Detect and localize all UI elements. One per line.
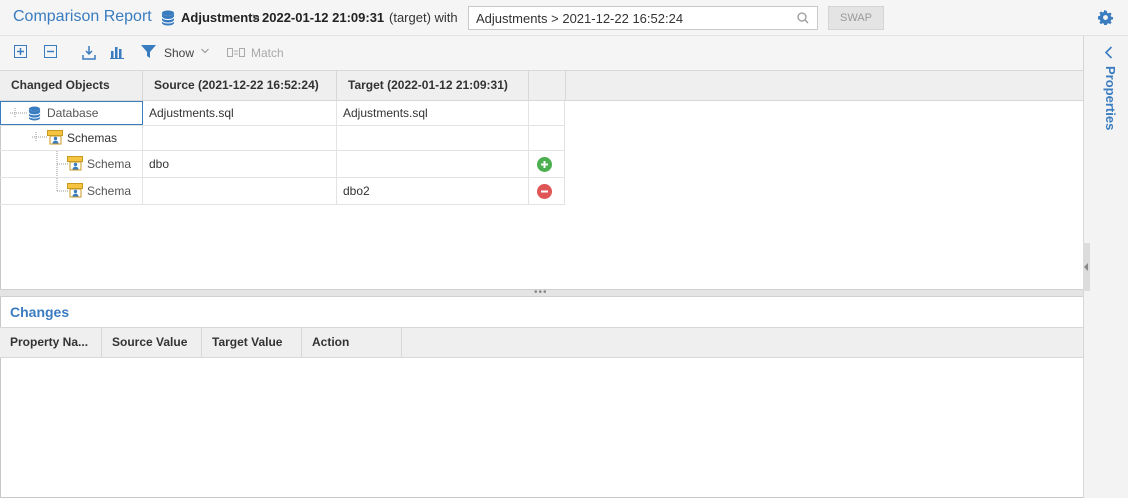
schema-icon (67, 183, 83, 198)
object-label: Schemas (67, 131, 118, 145)
properties-collapse-handle[interactable] (1083, 243, 1090, 291)
table-row[interactable]: Schemas (0, 126, 565, 151)
search-icon[interactable] (797, 12, 809, 24)
grid-header: Changed Objects Source (2021-12-22 16:52… (0, 70, 1083, 101)
show-dropdown[interactable]: Show (164, 46, 194, 60)
object-label: Schema (87, 157, 132, 171)
database-icon (161, 10, 175, 26)
changes-header: Property Na... Source Value Target Value… (0, 327, 1083, 358)
table-row[interactable]: Database Adjustments.sql Adjustments.sql (0, 101, 565, 126)
column-header-changed-objects[interactable]: Changed Objects (0, 71, 143, 101)
gear-icon[interactable] (1098, 10, 1113, 25)
column-header-action[interactable]: Action (302, 328, 402, 358)
object-label: Schema (87, 184, 132, 198)
remove-circle-icon[interactable] (537, 184, 552, 199)
chevron-down-icon[interactable] (201, 48, 209, 54)
compare-with-input[interactable] (469, 7, 789, 29)
breadcrumb-separator: > (252, 10, 260, 25)
tree-connector-icon (10, 108, 28, 118)
object-label: Database (47, 106, 99, 120)
action-cell (529, 101, 565, 125)
schema-icon (67, 156, 83, 171)
column-header-property-name[interactable]: Property Na... (0, 328, 102, 358)
target-cell[interactable] (337, 151, 529, 177)
column-header-source-value[interactable]: Source Value (102, 328, 202, 358)
column-header-action (529, 71, 566, 101)
download-icon[interactable] (82, 45, 96, 60)
source-cell[interactable] (143, 126, 337, 150)
page-title: Comparison Report (13, 8, 152, 25)
column-header-target[interactable]: Target (2022-01-12 21:09:31) (337, 71, 529, 101)
source-value: Adjustments.sql (149, 106, 234, 120)
collapse-all-icon[interactable] (44, 45, 57, 58)
target-value: dbo2 (343, 184, 370, 198)
source-value: dbo (149, 157, 170, 171)
tree-connector-icon (32, 132, 48, 142)
object-cell[interactable]: Schema (0, 178, 143, 204)
target-cell[interactable]: dbo2 (337, 178, 529, 204)
column-header-source[interactable]: Source (2021-12-22 16:52:24) (143, 71, 337, 101)
schema-folder-icon (47, 130, 63, 145)
changes-title: Changes (10, 304, 70, 320)
match-icon[interactable] (227, 48, 245, 57)
target-cell[interactable] (337, 126, 529, 150)
chart-icon[interactable] (110, 45, 124, 59)
panel-splitter[interactable]: ••• (0, 288, 1083, 298)
chevron-left-icon[interactable] (1104, 46, 1113, 59)
action-cell (529, 151, 565, 177)
swap-button[interactable]: SWAP (828, 6, 884, 30)
source-cell[interactable]: Adjustments.sql (143, 101, 337, 125)
object-cell[interactable]: Schemas (0, 126, 143, 150)
expand-all-icon[interactable] (14, 45, 27, 58)
column-header-target-value[interactable]: Target Value (202, 328, 302, 358)
compare-with-field[interactable] (468, 6, 818, 30)
database-icon (28, 106, 41, 121)
breadcrumb-suffix: (target) with (389, 10, 458, 25)
table-row[interactable]: Schema dbo (0, 151, 565, 178)
header-bar: Comparison Report Adjustments > 2022-01-… (0, 0, 1128, 36)
action-cell (529, 126, 565, 150)
add-circle-icon[interactable] (537, 157, 552, 172)
object-cell[interactable]: Database (0, 101, 143, 125)
target-value: Adjustments.sql (343, 106, 428, 120)
source-cell[interactable]: dbo (143, 151, 337, 177)
match-button[interactable]: Match (251, 46, 284, 60)
filter-icon[interactable] (141, 45, 156, 59)
target-cell[interactable]: Adjustments.sql (337, 101, 529, 125)
action-cell (529, 178, 565, 204)
source-cell[interactable] (143, 178, 337, 204)
properties-tab[interactable]: Properties (1098, 66, 1118, 146)
breadcrumb-db-name: Adjustments (181, 10, 260, 25)
breadcrumb-target-date: 2022-01-12 21:09:31 (262, 10, 385, 25)
object-cell[interactable]: Schema (0, 151, 143, 177)
toolbar: Show Match (0, 36, 1083, 70)
splitter-grip-icon[interactable]: ••• (534, 288, 548, 298)
table-row[interactable]: Schema dbo2 (0, 178, 565, 205)
